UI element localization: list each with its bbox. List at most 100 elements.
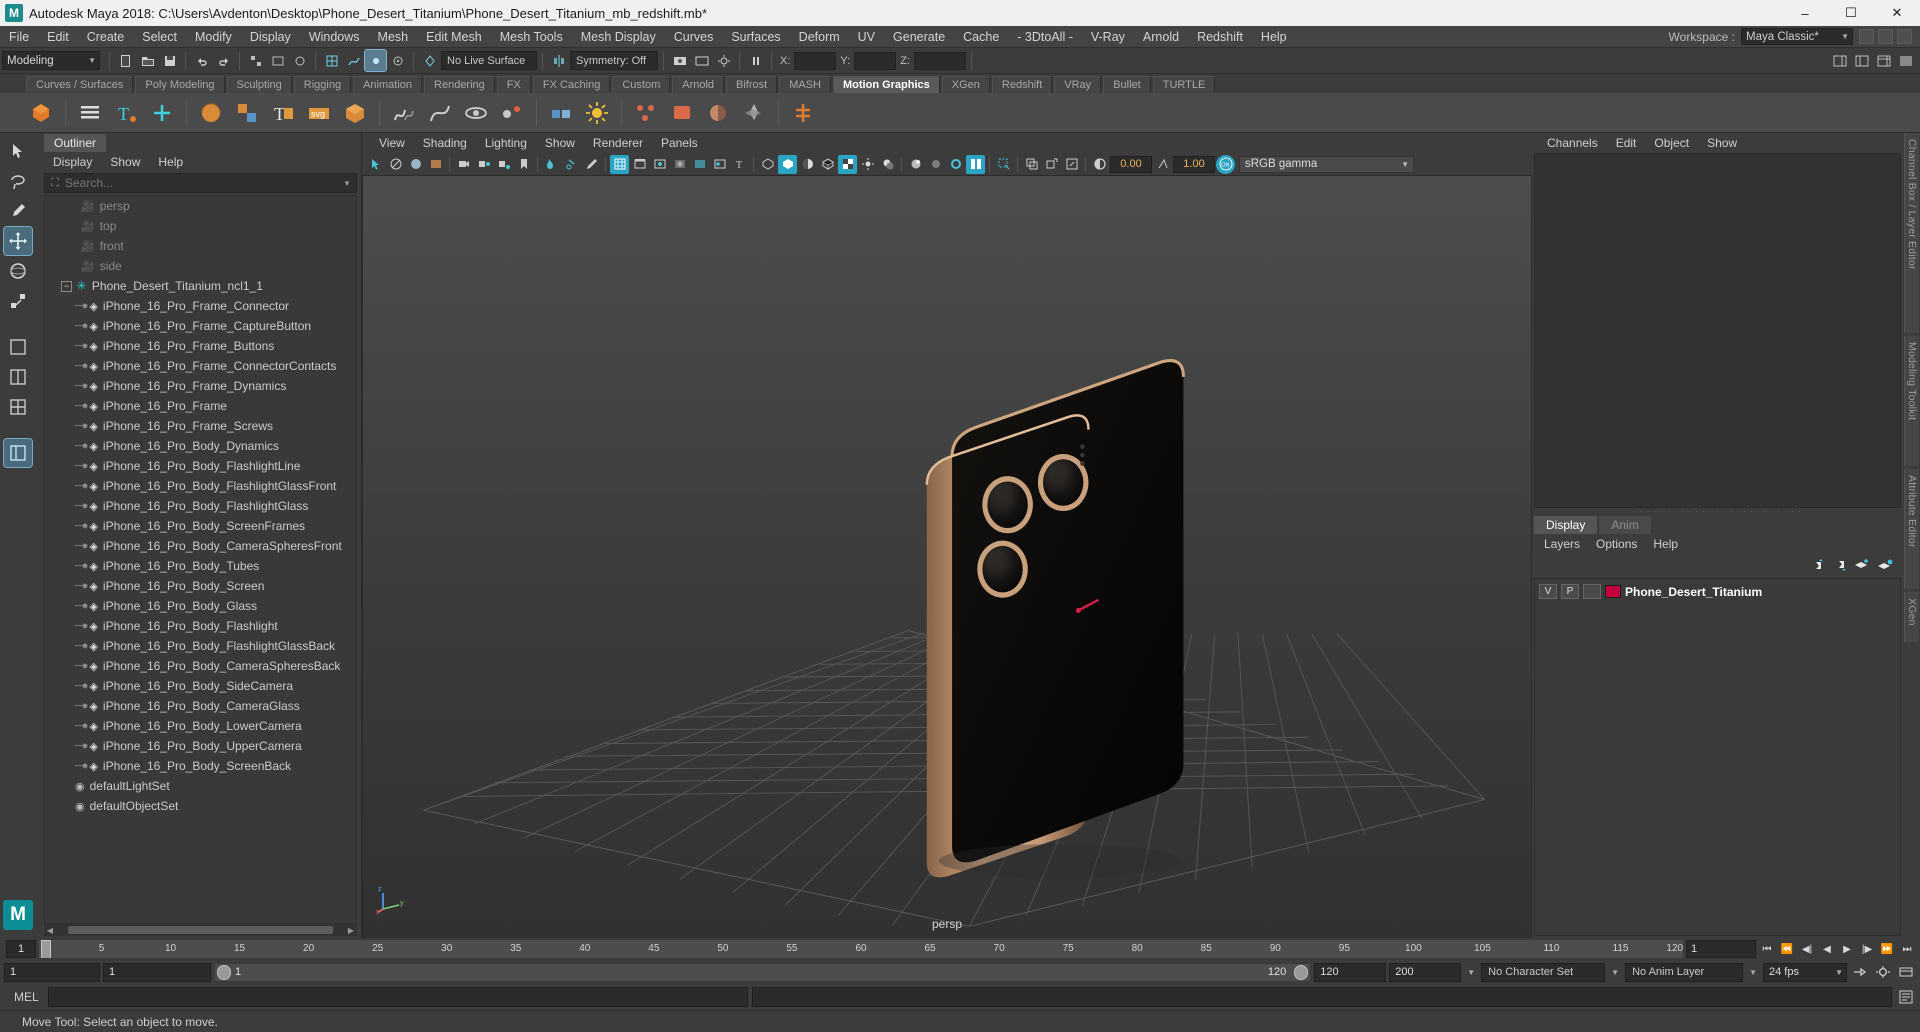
go-to-end-icon[interactable]: ⏭ [1898, 940, 1916, 958]
outliner-child-row[interactable]: ─● ◈ iPhone_16_Pro_Body_CameraSpheresFront [45, 536, 356, 556]
play-forwards-icon[interactable]: ▶ [1838, 940, 1856, 958]
smooth-shade-icon[interactable] [670, 155, 689, 174]
mash-placer-icon[interactable] [703, 98, 733, 128]
shelf-tab-turtle[interactable]: TURTLE [1152, 76, 1216, 93]
chevron-down-icon[interactable]: ▼ [1464, 968, 1478, 977]
ambient-occlusion-icon[interactable] [906, 155, 925, 174]
redo-icon[interactable] [213, 50, 234, 71]
outliner-child-row[interactable]: ─● ◈ iPhone_16_Pro_Body_ScreenFrames [45, 516, 356, 536]
save-workspace-icon[interactable] [1859, 29, 1874, 44]
shelf-tab-vray[interactable]: VRay [1054, 76, 1102, 93]
smooth-shaded-mode-icon[interactable] [778, 154, 797, 174]
shelf-tab-rigging[interactable]: Rigging [293, 76, 352, 93]
viewport-menu-view[interactable]: View [370, 133, 414, 153]
step-back-frame-icon[interactable]: ◀| [1798, 940, 1816, 958]
make-live-icon[interactable] [419, 50, 440, 71]
select-tool-icon[interactable] [366, 155, 385, 174]
save-scene-icon[interactable] [159, 50, 180, 71]
outliner-search-bar[interactable]: ⛶ ▼ [44, 173, 357, 193]
lasso-select-tool[interactable] [4, 167, 32, 195]
select-by-hierarchy-icon[interactable] [245, 50, 266, 71]
scale-tool[interactable] [4, 287, 32, 315]
gamma-correction-icon[interactable] [966, 154, 985, 174]
menu-redshift[interactable]: Redshift [1188, 26, 1252, 48]
menu-arnold[interactable]: Arnold [1134, 26, 1188, 48]
text-display-icon[interactable]: T [730, 155, 749, 174]
mash-sphere-icon[interactable] [196, 98, 226, 128]
shelf-tab-fx-caching[interactable]: FX Caching [532, 76, 611, 93]
motion-blur-icon[interactable] [926, 155, 945, 174]
no-shadows-icon[interactable] [386, 155, 405, 174]
mash-curve-icon[interactable] [425, 98, 455, 128]
workspace-options-icon[interactable] [1878, 29, 1893, 44]
shelf-tab-sculpting[interactable]: Sculpting [226, 76, 292, 93]
channelbox-menu-channels[interactable]: Channels [1538, 133, 1607, 153]
two-pane-layout-icon[interactable] [4, 363, 32, 391]
outliner-menu-show[interactable]: Show [101, 152, 149, 172]
channelbox-menu-edit[interactable]: Edit [1607, 133, 1646, 153]
go-to-start-icon[interactable]: ⏮ [1758, 940, 1776, 958]
outliner-set-row[interactable]: ◉ defaultObjectSet [45, 796, 356, 816]
shelf-tab-bifrost[interactable]: Bifrost [726, 76, 778, 93]
new-layer-icon[interactable] [1853, 558, 1870, 573]
shelf-tab-fx[interactable]: FX [496, 76, 531, 93]
auto-key-icon[interactable] [1850, 963, 1870, 982]
menu-file[interactable]: File [0, 26, 38, 48]
collapse-expander-icon[interactable]: − [61, 280, 72, 292]
menu-curves[interactable]: Curves [665, 26, 723, 48]
mash-signal-icon[interactable] [788, 98, 818, 128]
shading-sphere-icon[interactable] [406, 155, 425, 174]
outliner-child-row[interactable]: ─● ◈ iPhone_16_Pro_Body_SideCamera [45, 676, 356, 696]
wireframe-icon[interactable] [650, 155, 669, 174]
symmetry-field[interactable]: Symmetry: Off [570, 51, 658, 70]
four-pane-layout-icon[interactable] [4, 393, 32, 421]
side-tab-xgen[interactable]: XGen [1904, 592, 1919, 642]
mash-trails-icon[interactable] [389, 98, 419, 128]
shelf-tab-curves-surfaces[interactable]: Curves / Surfaces [26, 76, 134, 93]
undo-icon[interactable] [191, 50, 212, 71]
menu-mesh-display[interactable]: Mesh Display [572, 26, 665, 48]
anim-layer-field[interactable]: No Anim Layer [1625, 962, 1744, 982]
mash-text-icon[interactable]: T [111, 98, 141, 128]
outliner-child-row[interactable]: ─● ◈ iPhone_16_Pro_Body_FlashlightGlassBac… [45, 636, 356, 656]
menu-deform[interactable]: Deform [790, 26, 849, 48]
channelbox-menu-show[interactable]: Show [1698, 133, 1746, 153]
shaded-textured-icon[interactable] [798, 155, 817, 174]
live-surface-field[interactable]: No Live Surface [441, 51, 537, 70]
time-slider-track[interactable]: 5 10 15 20 25 30 35 40 45 50 55 60 65 70… [38, 939, 1684, 959]
menu-create[interactable]: Create [78, 26, 134, 48]
shelf-tab-xgen[interactable]: XGen [941, 76, 990, 93]
coord-y-field[interactable] [854, 51, 897, 70]
open-scene-icon[interactable] [137, 50, 158, 71]
range-start-time-field[interactable]: 1 [103, 962, 211, 982]
menu-windows[interactable]: Windows [300, 26, 369, 48]
shaded-mode-icon[interactable] [758, 155, 777, 174]
viewport-menu-panels[interactable]: Panels [652, 133, 707, 153]
mash-dynamics-icon[interactable] [497, 98, 527, 128]
side-tab-attribute-editor[interactable]: Attribute Editor [1904, 469, 1919, 589]
workspace-select[interactable]: Maya Classic* ▼ [1741, 28, 1853, 45]
anti-alias-icon[interactable] [946, 155, 965, 174]
menu-edit[interactable]: Edit [38, 26, 78, 48]
shelf-tab-poly-modeling[interactable]: Poly Modeling [135, 76, 225, 93]
outliner-menu-display[interactable]: Display [44, 152, 101, 172]
show-tool-settings-icon[interactable] [1851, 50, 1872, 71]
two-sided-lighting-icon[interactable] [474, 155, 493, 174]
menu-3dtoall[interactable]: - 3DtoAll - [1008, 26, 1082, 48]
rotate-tool[interactable] [4, 257, 32, 285]
minimize-button[interactable]: – [1782, 0, 1828, 26]
character-set-field[interactable]: No Character Set [1481, 962, 1606, 982]
layer-menu-help[interactable]: Help [1645, 534, 1686, 554]
outliner-child-row[interactable]: ─● ◈ iPhone_16_Pro_Body_Glass [45, 596, 356, 616]
step-back-key-icon[interactable]: ⏪ [1778, 940, 1796, 958]
shelf-tab-rendering[interactable]: Rendering [424, 76, 495, 93]
layer-menu-options[interactable]: Options [1588, 534, 1645, 554]
pause-render-icon[interactable] [745, 50, 766, 71]
textured-mode-icon[interactable] [838, 154, 857, 174]
channel-box-content[interactable] [1534, 153, 1901, 508]
shadows-icon[interactable] [878, 155, 897, 174]
isolate-selection-icon[interactable] [994, 155, 1013, 174]
mash-random-icon[interactable] [631, 98, 661, 128]
outliner-child-row[interactable]: ─● ◈ iPhone_16_Pro_Body_CameraSpheresBack [45, 656, 356, 676]
film-gate-icon[interactable] [630, 155, 649, 174]
